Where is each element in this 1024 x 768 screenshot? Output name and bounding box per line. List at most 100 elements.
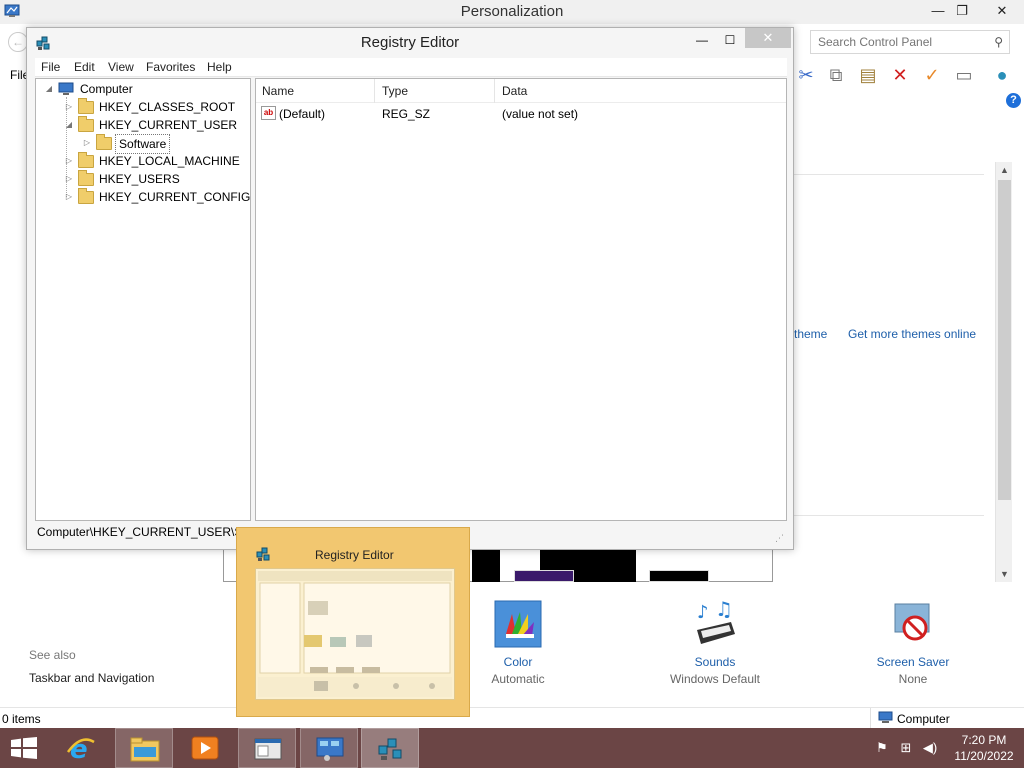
- scroll-down-icon[interactable]: ▼: [996, 566, 1013, 582]
- notepad-button[interactable]: [238, 728, 296, 768]
- start-button[interactable]: [0, 728, 48, 768]
- delete-icon[interactable]: ✕: [888, 62, 912, 88]
- taskbar-navigation-link[interactable]: Taskbar and Navigation: [29, 671, 154, 685]
- theme-thumbnail[interactable]: [649, 570, 709, 582]
- registry-tree[interactable]: ◢ Computer ▷ HKEY_CLASSES_ROOT ◢ HKEY_CU…: [35, 78, 251, 521]
- back-arrow-icon[interactable]: ←: [8, 32, 28, 52]
- color-palette-icon: [494, 600, 542, 648]
- color-title[interactable]: Color: [458, 654, 578, 670]
- clock-date[interactable]: 11/20/2022: [948, 749, 1020, 763]
- tree-label[interactable]: HKEY_CLASSES_ROOT: [99, 98, 235, 116]
- sounds-title[interactable]: Sounds: [655, 654, 775, 670]
- theme-thumbnail[interactable]: [514, 570, 574, 582]
- menu-edit[interactable]: Edit: [74, 60, 95, 74]
- color-subtitle: Automatic: [491, 672, 545, 686]
- see-also-heading: See also: [29, 648, 76, 662]
- paste-icon[interactable]: ▤: [856, 62, 880, 88]
- control-panel-button[interactable]: [300, 728, 358, 768]
- internet-explorer-button[interactable]: e: [52, 728, 110, 768]
- value-name[interactable]: (Default): [279, 107, 325, 121]
- sounds-icon: ♪ ♫: [691, 597, 739, 648]
- taskbar-thumbnail-preview[interactable]: Registry Editor: [236, 527, 470, 717]
- tree-label[interactable]: Computer: [80, 80, 133, 98]
- tree-label[interactable]: HKEY_CURRENT_USER: [99, 116, 237, 134]
- tree-node-hkey-classes-root[interactable]: ▷ HKEY_CLASSES_ROOT: [64, 98, 244, 116]
- tree-label[interactable]: HKEY_CURRENT_CONFIG: [99, 188, 250, 206]
- color-link[interactable]: Color Automatic: [458, 600, 578, 688]
- tree-label[interactable]: HKEY_LOCAL_MACHINE: [99, 152, 240, 170]
- search-box[interactable]: ⚲: [810, 30, 1010, 54]
- column-type[interactable]: Type: [382, 84, 408, 98]
- computer-icon: [878, 711, 893, 723]
- expand-arrow-icon[interactable]: ▷: [64, 98, 74, 116]
- expand-arrow-icon[interactable]: ▷: [82, 134, 92, 152]
- checkmark-icon[interactable]: ✓: [920, 62, 944, 88]
- status-location: Computer: [897, 712, 950, 726]
- screen-saver-title[interactable]: Screen Saver: [853, 654, 973, 670]
- system-tray: ⚑ ⊞ ◀) 7:20 PM 11/20/2022: [868, 728, 1024, 768]
- menu-file[interactable]: File: [41, 60, 60, 74]
- tree-node-hkey-current-config[interactable]: ▷ HKEY_CURRENT_CONFIG: [64, 188, 250, 206]
- tree-node-hkey-current-user[interactable]: ◢ HKEY_CURRENT_USER: [64, 116, 244, 134]
- file-explorer-button[interactable]: [115, 728, 173, 768]
- globe-icon[interactable]: ●: [990, 62, 1014, 88]
- divider: [794, 515, 984, 516]
- menu-view[interactable]: View: [108, 60, 134, 74]
- folder-icon: [78, 170, 94, 186]
- column-name[interactable]: Name: [262, 84, 294, 98]
- sounds-link[interactable]: ♪ ♫ Sounds Windows Default: [655, 597, 775, 688]
- expand-arrow-icon[interactable]: ▷: [64, 188, 74, 206]
- scroll-up-icon[interactable]: ▲: [996, 162, 1013, 178]
- clock-time[interactable]: 7:20 PM: [948, 733, 1020, 747]
- close-button[interactable]: ✕: [980, 0, 1024, 22]
- media-player-button[interactable]: [176, 728, 234, 768]
- collapse-arrow-icon[interactable]: ◢: [44, 80, 54, 98]
- collapse-arrow-icon[interactable]: ◢: [64, 116, 74, 134]
- properties-icon[interactable]: ▭: [952, 62, 976, 88]
- flag-icon[interactable]: ⚑: [874, 740, 890, 756]
- screen-saver-link[interactable]: Screen Saver None: [853, 600, 973, 688]
- tree-node-software[interactable]: ▷ Software: [82, 134, 242, 154]
- tree-node-hkey-users[interactable]: ▷ HKEY_USERS: [64, 170, 244, 188]
- media-player-icon: [191, 736, 219, 760]
- folder-icon: [78, 116, 94, 132]
- value-type: REG_SZ: [382, 107, 431, 121]
- minimize-button[interactable]: —: [689, 30, 715, 50]
- themes-scrollbar[interactable]: ▲ ▼: [995, 162, 1012, 582]
- menu-favorites[interactable]: Favorites: [146, 60, 195, 74]
- expand-arrow-icon[interactable]: ▷: [64, 152, 74, 170]
- preview-thumbnail-image[interactable]: [255, 568, 455, 700]
- status-bar: 0 items Computer: [0, 707, 1024, 729]
- help-icon[interactable]: ?: [1006, 93, 1021, 108]
- tree-node-computer[interactable]: ◢ Computer: [44, 80, 244, 98]
- volume-icon[interactable]: ◀): [922, 740, 938, 756]
- folder-icon: [78, 188, 94, 204]
- close-button[interactable]: ✕: [745, 28, 791, 48]
- resize-grip-icon[interactable]: ⋰: [775, 533, 785, 543]
- registry-editor-icon: [256, 547, 270, 561]
- search-input[interactable]: [811, 31, 981, 53]
- registry-editor-window[interactable]: Registry Editor — ☐ ✕ File Edit View Fav…: [26, 27, 794, 550]
- tree-node-hkey-local-machine[interactable]: ▷ HKEY_LOCAL_MACHINE: [64, 152, 244, 170]
- save-theme-link[interactable]: theme: [794, 327, 827, 341]
- registry-editor-taskbar-button[interactable]: [361, 728, 419, 768]
- column-divider[interactable]: [494, 79, 495, 103]
- folder-icon: [96, 134, 112, 150]
- registry-values-list[interactable]: Name Type Data ab (Default) REG_SZ (valu…: [255, 78, 787, 521]
- theme-thumbnail[interactable]: [472, 548, 500, 582]
- registry-editor-titlebar[interactable]: Registry Editor — ☐ ✕: [27, 28, 793, 58]
- get-more-themes-link[interactable]: Get more themes online: [848, 327, 976, 341]
- menu-help[interactable]: Help: [207, 60, 232, 74]
- expand-arrow-icon[interactable]: ▷: [64, 170, 74, 188]
- maximize-button[interactable]: ❐: [946, 0, 978, 22]
- column-data[interactable]: Data: [502, 84, 527, 98]
- network-icon[interactable]: ⊞: [898, 740, 914, 756]
- cut-icon[interactable]: ✂: [794, 62, 818, 88]
- maximize-button[interactable]: ☐: [717, 30, 743, 50]
- tree-label-selected[interactable]: Software: [115, 134, 171, 154]
- copy-icon[interactable]: ⧉: [824, 62, 848, 88]
- search-icon[interactable]: ⚲: [994, 35, 1003, 49]
- scroll-thumb[interactable]: [998, 180, 1011, 500]
- tree-label[interactable]: HKEY_USERS: [99, 170, 180, 188]
- column-divider[interactable]: [374, 79, 375, 103]
